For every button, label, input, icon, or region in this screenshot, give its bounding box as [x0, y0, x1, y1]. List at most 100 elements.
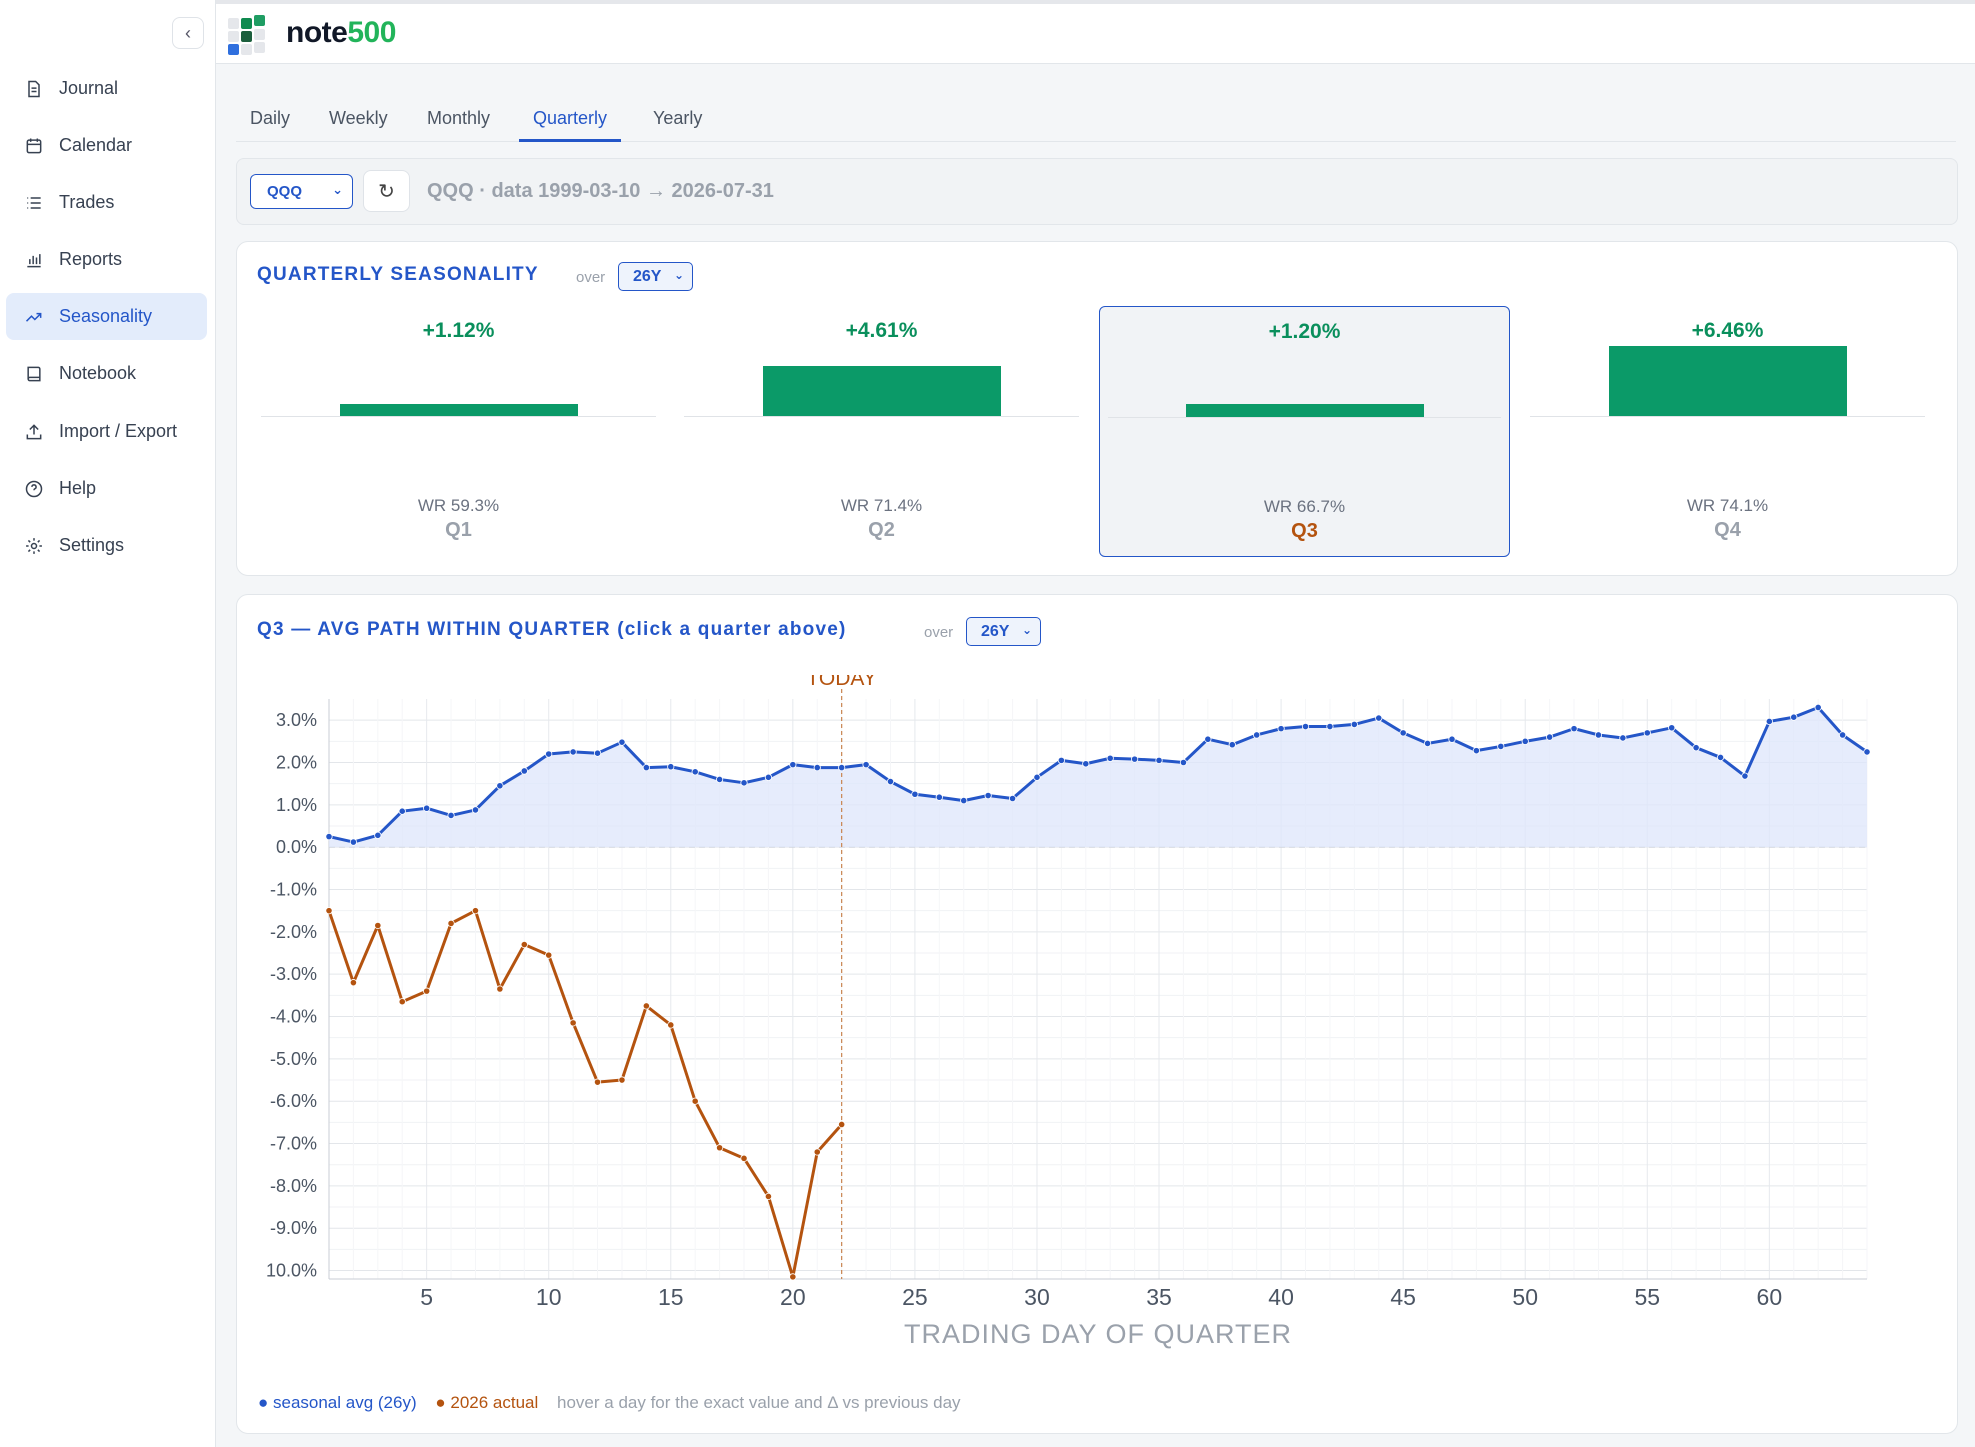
- actual-2026-point: [398, 998, 406, 1006]
- x-tick-label: 55: [1634, 1284, 1660, 1310]
- seasonal-avg-point: [1765, 717, 1773, 726]
- trend-up-icon: [23, 306, 45, 328]
- y-tick-label: 3.0%: [276, 710, 317, 730]
- notebook-icon: [23, 363, 45, 385]
- actual-2026-point: [471, 907, 480, 915]
- quarterly-seasonality-card: QUARTERLY SEASONALITY over 26Y ⌄ +1.12% W…: [236, 241, 1958, 576]
- actual-2026-point: [325, 907, 333, 915]
- collapse-sidebar-button[interactable]: ‹: [172, 17, 204, 49]
- sidebar-item-trades[interactable]: Trades: [6, 179, 207, 226]
- y-tick-label: -8.0%: [270, 1176, 317, 1196]
- actual-2026-point: [496, 985, 504, 993]
- sidebar-item-settings[interactable]: Settings: [6, 522, 207, 569]
- seasonal-avg-point: [1326, 722, 1334, 731]
- sidebar-item-label: Seasonality: [59, 306, 153, 326]
- sidebar-item-label: Trades: [59, 192, 115, 212]
- tab-daily[interactable]: Daily: [236, 98, 304, 142]
- tab-monthly[interactable]: Monthly: [413, 98, 504, 142]
- legend-actual: ● 2026 actual: [435, 1393, 539, 1412]
- quarter-avg-return: +1.12%: [422, 319, 495, 342]
- quarter-name: Q4: [1714, 519, 1741, 541]
- actual-2026-point: [691, 1097, 699, 1105]
- seasonal-avg-point: [1057, 756, 1065, 764]
- chart-legend: ● seasonal avg (26y) ● 2026 actual hover…: [258, 1393, 961, 1413]
- seasonal-avg-point: [1838, 731, 1847, 739]
- seasonal-avg-point: [1814, 703, 1822, 712]
- actual-2026-point: [716, 1144, 724, 1152]
- seasonal-avg-point: [1423, 739, 1432, 748]
- tab-quarterly[interactable]: Quarterly: [519, 98, 622, 142]
- x-tick-label: 10: [536, 1284, 562, 1310]
- tab-weekly[interactable]: Weekly: [315, 98, 402, 142]
- quarter-name: Q3: [1291, 520, 1318, 542]
- legend-seasonal: ● seasonal avg (26y): [258, 1393, 417, 1412]
- help-circle-icon: [23, 478, 45, 500]
- sidebar-item-reports[interactable]: Reports: [6, 236, 207, 283]
- seasonal-avg-point: [886, 777, 895, 786]
- quarter-return-bar: [1185, 403, 1424, 417]
- x-tick-label: 40: [1268, 1284, 1294, 1310]
- quarter-win-rate: WR 66.7%: [1263, 497, 1346, 516]
- sidebar-item-journal[interactable]: Journal: [6, 65, 207, 112]
- quarter-column-q3[interactable]: +1.20% WR 66.7% Q3: [1099, 306, 1510, 557]
- today-label: TODAY: [806, 675, 876, 690]
- card-title: QUARTERLY SEASONALITY: [257, 264, 539, 285]
- ticker-select[interactable]: QQQ ⌄: [250, 174, 353, 209]
- seasonal-avg-point: [1253, 731, 1261, 739]
- seasonal-avg-point: [398, 807, 406, 815]
- sidebar-item-notebook[interactable]: Notebook: [6, 350, 207, 397]
- sidebar-item-help[interactable]: Help: [6, 465, 207, 512]
- seasonal-avg-point: [1521, 737, 1529, 745]
- upload-icon: [23, 421, 45, 443]
- seasonal-avg-point: [960, 797, 968, 805]
- x-tick-label: 20: [780, 1284, 806, 1310]
- seasonal-avg-point: [1790, 713, 1798, 721]
- refresh-button[interactable]: ↻: [363, 170, 410, 212]
- seasonal-avg-point: [642, 763, 650, 772]
- seasonal-avg-point: [374, 831, 382, 839]
- seasonal-avg-point: [935, 793, 943, 801]
- seasonal-avg-point: [984, 791, 992, 800]
- app-logo: [227, 15, 269, 57]
- brand-main: note: [286, 16, 348, 49]
- seasonal-avg-point: [1301, 722, 1310, 731]
- quarter-avg-return: +6.46%: [1691, 319, 1764, 342]
- range-select[interactable]: 26Y ⌄: [966, 617, 1041, 646]
- y-tick-label: -4.0%: [270, 1007, 317, 1027]
- sidebar-item-import-export[interactable]: Import / Export: [6, 408, 207, 455]
- seasonal-avg-point: [1179, 758, 1188, 767]
- chevron-down-icon: ⌄: [673, 268, 684, 282]
- sidebar-item-calendar[interactable]: Calendar: [6, 122, 207, 169]
- refresh-icon: ↻: [378, 180, 395, 203]
- y-tick-label: -3.0%: [270, 964, 317, 984]
- seasonal-avg-point: [1863, 748, 1871, 756]
- seasonal-avg-point: [1131, 755, 1139, 763]
- seasonal-avg-point: [1106, 754, 1114, 762]
- tab-yearly[interactable]: Yearly: [639, 98, 716, 142]
- seasonal-avg-point: [1375, 714, 1383, 722]
- legend-hint: hover a day for the exact value and Δ vs…: [557, 1393, 961, 1412]
- over-label: over: [924, 624, 954, 641]
- y-tick-label: 10.0%: [266, 1261, 317, 1281]
- sidebar-item-label: Help: [59, 478, 97, 498]
- quarter-name: Q1: [445, 519, 472, 541]
- quarter-column-q2[interactable]: +4.61% WR 71.4% Q2: [676, 306, 1087, 557]
- seasonal-avg-point: [496, 782, 504, 790]
- data-range-label: QQQ · data 1999-03-10 → 2026-07-31: [427, 180, 774, 202]
- sidebar-item-seasonality[interactable]: Seasonality: [6, 293, 207, 340]
- actual-2026-point: [667, 1021, 675, 1029]
- range-value: 26Y: [981, 622, 1010, 640]
- seasonal-avg-point: [691, 768, 699, 776]
- avg-path-chart[interactable]: 3.0% 2.0% 1.0% 0.0% -1.0% -2.0% -3.0% -4.0% -5.0…: [237, 675, 1959, 1375]
- quarter-column-q4[interactable]: +6.46% WR 74.1% Q4: [1522, 306, 1933, 557]
- sidebar-item-label: Journal: [59, 78, 119, 98]
- y-tick-label: 1.0%: [276, 795, 317, 815]
- seasonal-avg-point: [447, 811, 455, 820]
- quarter-win-rate: WR 59.3%: [417, 496, 500, 515]
- seasonal-avg-point: [1619, 734, 1627, 742]
- x-tick-label: 15: [658, 1284, 684, 1310]
- quarter-avg-return: +4.61%: [845, 319, 918, 342]
- quarter-column-q1[interactable]: +1.12% WR 59.3% Q1: [253, 306, 664, 557]
- range-select[interactable]: 26Y ⌄: [618, 262, 693, 291]
- y-tick-label: -7.0%: [270, 1134, 317, 1154]
